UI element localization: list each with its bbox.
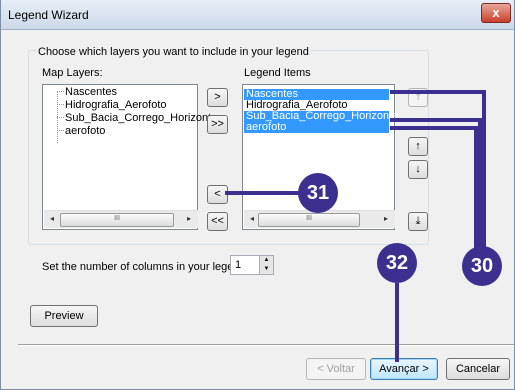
title-bar: Legend Wizard x [0, 0, 515, 30]
preview-button[interactable]: Preview [30, 305, 98, 327]
map-layer-item[interactable]: Hidrografia_Aerofoto [65, 99, 167, 111]
annotation-line [225, 191, 301, 195]
annotation-line [390, 126, 478, 130]
map-layers-label: Map Layers: [42, 67, 103, 79]
annotation-line [474, 126, 478, 250]
close-button[interactable]: x [481, 3, 511, 23]
annotation-line [390, 90, 486, 94]
add-all-layers-button[interactable]: >> [207, 115, 228, 134]
next-button[interactable]: Avançar > [370, 358, 438, 380]
annotation-callout: 30 [462, 246, 502, 286]
legend-item[interactable]: aerofoto [244, 122, 389, 133]
remove-all-layers-button[interactable]: << [207, 212, 228, 231]
move-down-icon[interactable]: ↓ [408, 160, 428, 179]
annotation-callout: 31 [298, 173, 338, 213]
map-layers-hscrollbar[interactable]: ◂ III ▸ [44, 210, 198, 228]
tree-connector [57, 91, 64, 92]
tree-connector [57, 130, 64, 131]
scroll-right-icon[interactable]: ▸ [183, 214, 195, 225]
annotation-line [395, 283, 399, 362]
cancel-button[interactable]: Cancelar [446, 358, 510, 380]
annotation-line [390, 118, 482, 122]
annotation-callout: 32 [377, 243, 417, 283]
scroll-left-icon[interactable]: ◂ [46, 214, 58, 225]
map-layer-item[interactable]: aerofoto [65, 125, 105, 137]
annotation-line [482, 90, 486, 250]
back-button[interactable]: < Voltar [306, 358, 366, 380]
tree-connector [57, 117, 64, 118]
map-layers-list[interactable]: Nascentes Hidrografia_Aerofoto Sub_Bacia… [42, 84, 217, 230]
instruction-label: Choose which layers you want to include … [36, 46, 311, 58]
tree-connector [57, 104, 64, 105]
columns-value[interactable]: 1 [235, 259, 241, 271]
scroll-thumb[interactable]: III [60, 213, 174, 227]
scroll-right-icon[interactable]: ▸ [380, 214, 392, 225]
footer-separator [18, 344, 515, 346]
legend-items-label: Legend Items [244, 67, 311, 79]
annotation-line [478, 118, 482, 250]
map-layer-item[interactable]: Nascentes [65, 86, 117, 98]
map-layer-item[interactable]: Sub_Bacia_Corrego_Horizonte [65, 112, 217, 124]
move-up-icon[interactable]: ↑ [408, 137, 428, 156]
scroll-thumb[interactable]: III [258, 213, 360, 227]
columns-stepper[interactable]: 1 ▲ ▼ [230, 255, 274, 275]
add-layer-button[interactable]: > [207, 88, 228, 107]
move-bottom-icon[interactable]: ⤓ [408, 212, 428, 231]
columns-label: Set the number of columns in your legend… [42, 261, 249, 273]
window-title: Legend Wizard [8, 8, 89, 22]
scroll-left-icon[interactable]: ◂ [246, 214, 258, 225]
spin-down-icon[interactable]: ▼ [259, 265, 273, 274]
spin-up-icon[interactable]: ▲ [259, 256, 273, 265]
